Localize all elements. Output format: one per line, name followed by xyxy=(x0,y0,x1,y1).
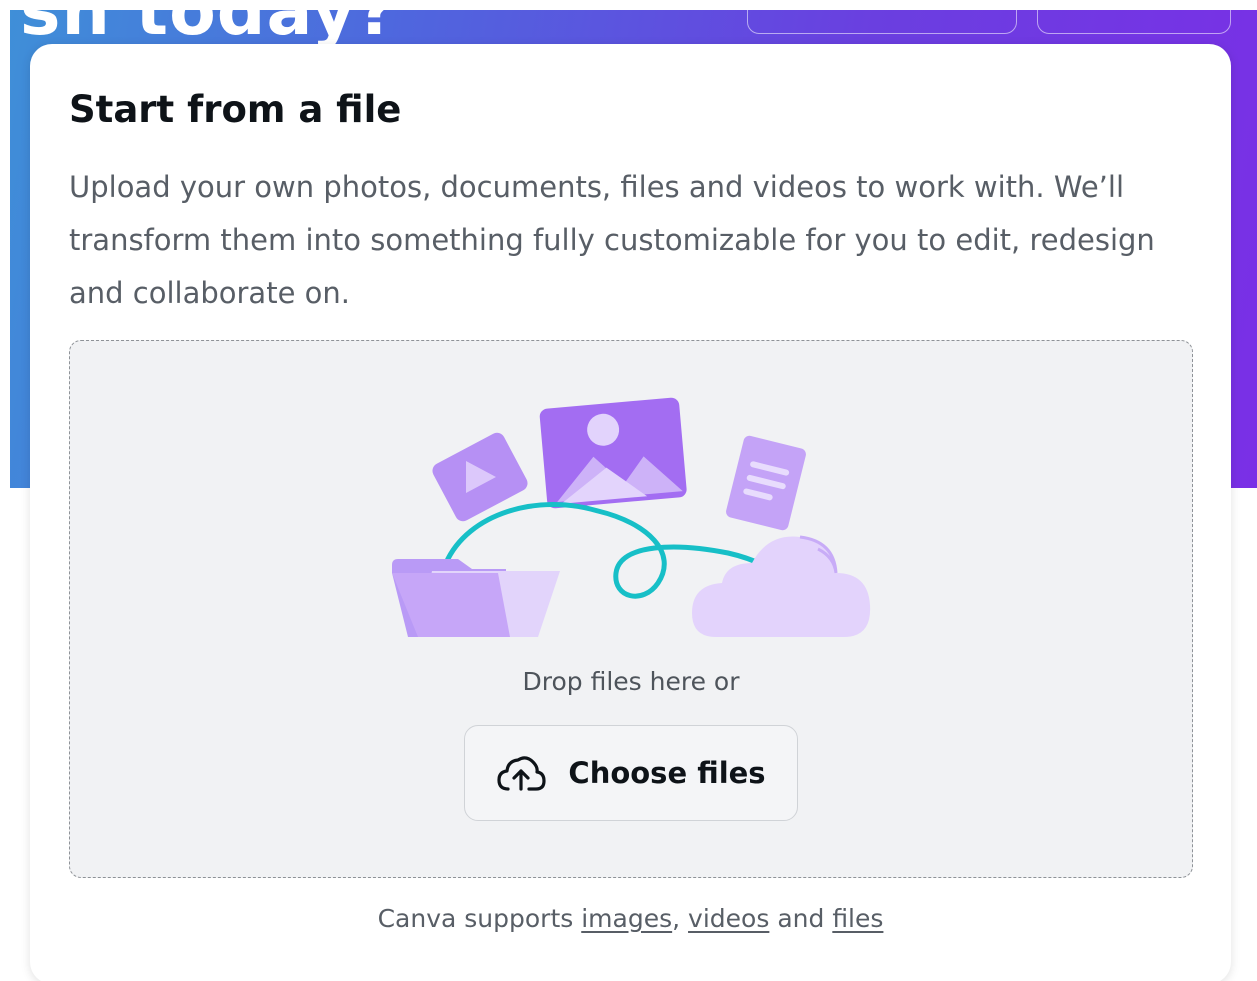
supported-formats-note: Canva supports images, videos and files xyxy=(30,904,1231,933)
banner-button[interactable] xyxy=(1037,0,1231,34)
supports-prefix: Canva supports xyxy=(377,904,574,933)
drop-files-prompt: Drop files here or xyxy=(522,667,740,696)
upload-illustration-icon xyxy=(392,397,871,637)
images-link[interactable]: images xyxy=(581,904,672,933)
choose-files-button[interactable]: Choose files xyxy=(464,725,798,821)
modal-description: Upload your own photos, documents, files… xyxy=(69,170,1155,310)
file-drop-zone[interactable]: Drop files here or Choose files xyxy=(69,340,1193,878)
files-link[interactable]: files xyxy=(832,904,883,933)
cloud-upload-icon xyxy=(497,756,547,791)
videos-link[interactable]: videos xyxy=(688,904,769,933)
page: sn today? Start from a file Upload your … xyxy=(0,0,1257,981)
start-from-file-modal: Start from a file Upload your own photos… xyxy=(30,44,1231,981)
supports-comma: , xyxy=(672,904,681,933)
modal-title: Start from a file xyxy=(69,88,402,131)
choose-files-label: Choose files xyxy=(568,756,766,790)
banner-button[interactable] xyxy=(747,0,1017,34)
supports-and: and xyxy=(777,904,825,933)
